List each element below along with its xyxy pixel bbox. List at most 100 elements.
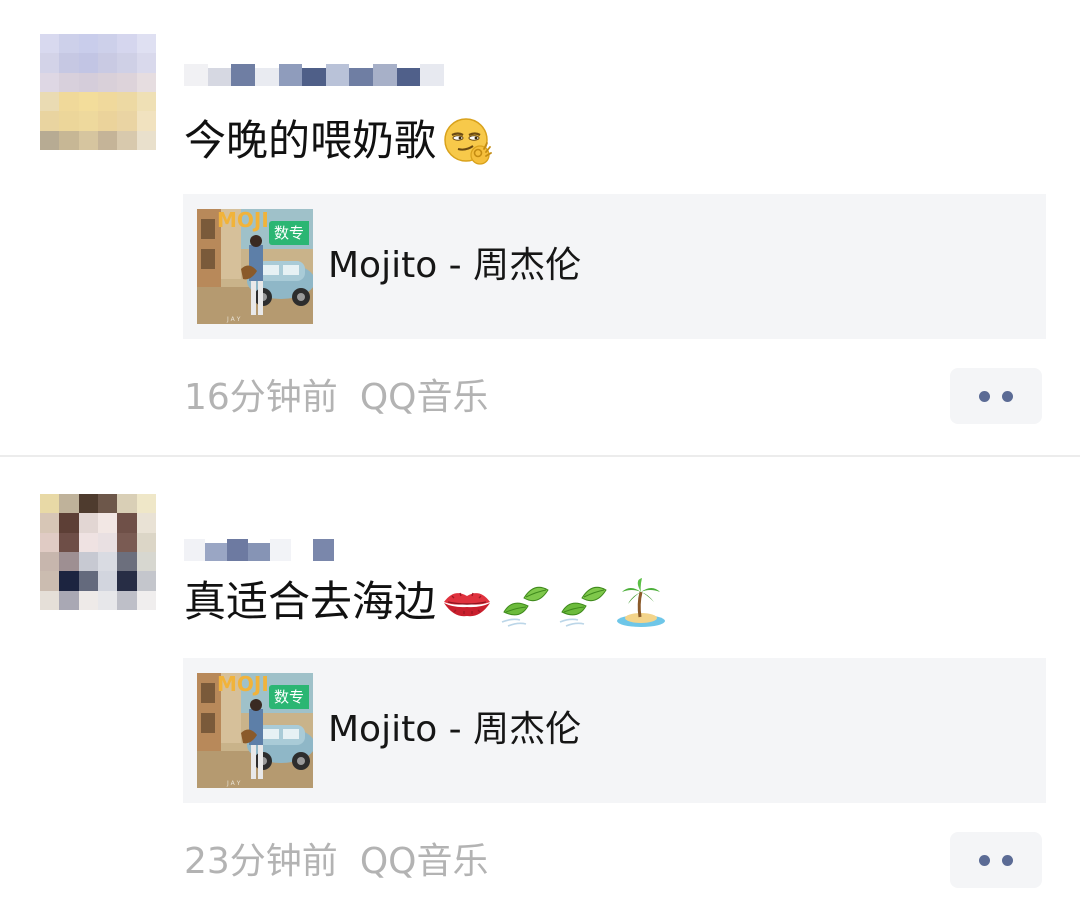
avatar-pixel bbox=[98, 494, 118, 514]
avatar-pixel bbox=[98, 590, 118, 610]
avatar-pixel bbox=[117, 513, 137, 533]
post-text: 真适合去海边 bbox=[184, 574, 668, 630]
avatar-pixel bbox=[40, 590, 60, 610]
username-blur-block bbox=[254, 68, 279, 86]
username-blurred[interactable] bbox=[184, 507, 334, 561]
avatar-pixel bbox=[98, 111, 118, 131]
more-actions-button[interactable] bbox=[950, 832, 1042, 888]
avatar-pixel bbox=[59, 72, 79, 92]
username-blurred[interactable] bbox=[184, 32, 444, 86]
avatar-pixel bbox=[98, 92, 118, 112]
avatar-pixel bbox=[78, 130, 98, 150]
song-title: Mojito - 周杰伦 bbox=[328, 709, 582, 750]
avatar-pixel bbox=[117, 130, 137, 150]
avatar-pixel bbox=[117, 72, 137, 92]
post-meta: 16分钟前 QQ音乐 bbox=[184, 374, 489, 422]
svg-text:MOJI: MOJI bbox=[217, 673, 269, 696]
avatar-pixel bbox=[117, 111, 137, 131]
user-avatar[interactable] bbox=[40, 34, 156, 150]
avatar-pixel bbox=[98, 552, 118, 572]
avatar-pixel bbox=[136, 130, 156, 150]
avatar-pixel bbox=[78, 494, 98, 514]
more-dot-icon bbox=[1002, 390, 1013, 402]
avatar-pixel bbox=[98, 532, 118, 552]
avatar-pixel bbox=[78, 571, 98, 591]
username-blur-block bbox=[184, 539, 206, 561]
username-blur-block bbox=[205, 543, 227, 561]
avatar-pixel bbox=[78, 111, 98, 131]
avatar-pixel bbox=[78, 513, 98, 533]
avatar-pixel bbox=[98, 571, 118, 591]
avatar-pixel bbox=[117, 571, 137, 591]
avatar-pixel bbox=[78, 53, 98, 73]
album-cover-image: MOJI J A Y 数专 bbox=[197, 673, 313, 788]
more-dot-icon bbox=[979, 854, 990, 866]
avatar-pixel bbox=[78, 72, 98, 92]
more-actions-button[interactable] bbox=[950, 368, 1042, 424]
avatar-pixel bbox=[117, 53, 137, 73]
username-blur-block bbox=[248, 543, 270, 561]
avatar-pixel bbox=[136, 590, 156, 610]
avatar-pixel bbox=[98, 53, 118, 73]
kiss-lips-emoji bbox=[440, 574, 494, 630]
avatar-pixel bbox=[117, 532, 137, 552]
avatar-pixel bbox=[117, 34, 137, 54]
digital-album-badge: 数专 bbox=[269, 685, 309, 709]
username-blur-block bbox=[269, 539, 292, 561]
svg-text:MOJI: MOJI bbox=[217, 209, 269, 232]
avatar-pixel bbox=[40, 72, 60, 92]
avatar-pixel bbox=[59, 130, 79, 150]
avatar-pixel bbox=[40, 571, 60, 591]
username-blur-block bbox=[396, 68, 421, 86]
avatar-pixel bbox=[136, 494, 156, 514]
username-blur-block bbox=[231, 64, 255, 86]
post-text: 今晚的喂奶歌 bbox=[184, 113, 494, 169]
music-share-card[interactable]: MOJI J A Y 数专 Mojito - 周杰伦 bbox=[183, 658, 1046, 803]
avatar-pixel bbox=[59, 92, 79, 112]
avatar-pixel bbox=[136, 111, 156, 131]
avatar-pixel bbox=[59, 34, 79, 54]
avatar-pixel bbox=[136, 92, 156, 112]
avatar-pixel bbox=[59, 53, 79, 73]
username-blur-block bbox=[420, 64, 444, 86]
avatar-pixel bbox=[98, 130, 118, 150]
avatar-pixel bbox=[59, 552, 79, 572]
avatar-pixel bbox=[40, 130, 60, 150]
avatar-pixel bbox=[98, 72, 118, 92]
avatar-pixel bbox=[78, 532, 98, 552]
svg-text:J A Y: J A Y bbox=[226, 316, 241, 323]
avatar-pixel bbox=[59, 571, 79, 591]
music-share-card[interactable]: MOJI J A Y 数专 Mojito - 周杰伦 bbox=[183, 194, 1046, 339]
avatar-pixel bbox=[136, 72, 156, 92]
svg-text:J A Y: J A Y bbox=[226, 780, 241, 787]
avatar-pixel bbox=[59, 513, 79, 533]
user-avatar[interactable] bbox=[40, 494, 156, 610]
avatar-pixel bbox=[59, 494, 79, 514]
post-text-content: 今晚的喂奶歌 bbox=[184, 116, 437, 165]
album-cover-image: MOJI J A Y 数专 bbox=[197, 209, 313, 324]
avatar-pixel bbox=[40, 53, 60, 73]
username-blur-block bbox=[349, 68, 373, 86]
post-source-link[interactable]: QQ音乐 bbox=[360, 841, 489, 882]
username-blur-block bbox=[291, 543, 313, 561]
avatar-pixel bbox=[98, 34, 118, 54]
more-dot-icon bbox=[979, 390, 990, 402]
username-blur-block bbox=[312, 539, 334, 561]
digital-album-badge: 数专 bbox=[269, 221, 309, 245]
palm-island-emoji bbox=[614, 574, 668, 630]
avatar-pixel bbox=[40, 532, 60, 552]
avatar-pixel bbox=[40, 494, 60, 514]
username-blur-block bbox=[302, 68, 326, 86]
avatar-pixel bbox=[78, 34, 98, 54]
avatar-pixel bbox=[59, 111, 79, 131]
smirk-ok-emoji bbox=[440, 113, 494, 169]
avatar-pixel bbox=[78, 552, 98, 572]
post-text-content: 真适合去海边 bbox=[184, 577, 437, 626]
feed-post: 今晚的喂奶歌 MOJI J A Y 数专 Mojito - 周杰伦 16分钟前 … bbox=[0, 0, 1080, 456]
avatar-pixel bbox=[136, 571, 156, 591]
avatar-pixel bbox=[117, 552, 137, 572]
song-title: Mojito - 周杰伦 bbox=[328, 245, 582, 286]
username-blur-block bbox=[373, 64, 397, 86]
post-source-link[interactable]: QQ音乐 bbox=[360, 377, 489, 418]
more-dot-icon bbox=[1002, 854, 1013, 866]
